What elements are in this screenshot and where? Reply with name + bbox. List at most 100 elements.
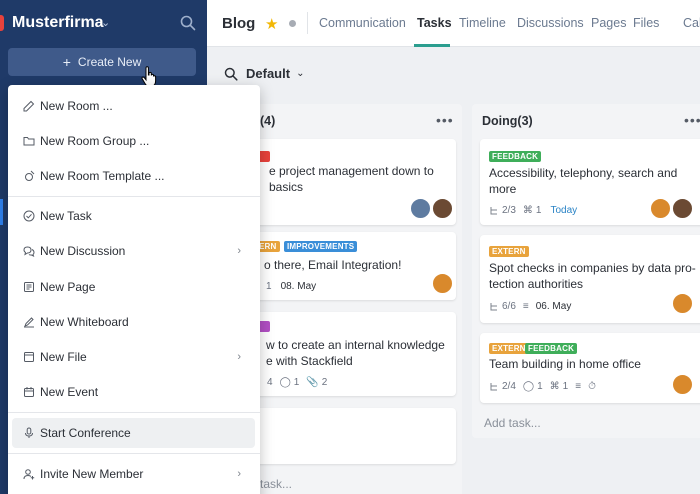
menu-divider [8,412,260,413]
avatar[interactable] [432,198,453,219]
create-new-label: Create New [77,55,142,69]
tag-feedback: FEEDBACK [489,151,542,162]
menu-item-new-discussion[interactable]: New Discussion › [12,236,255,266]
timer-icon: ⏱ [588,381,596,392]
view-label: Default [246,66,291,81]
view-selector[interactable]: Default ⌄ [224,66,304,81]
description-icon: ≡ [522,301,529,312]
comment-icon: ◯ [522,381,535,392]
tag-extern: EXTERN [489,246,529,257]
divider [307,12,308,34]
tab-files[interactable]: Files [633,16,659,30]
page-title: Blog [222,15,256,32]
menu-item-new-file[interactable]: New File › [12,342,255,372]
chevron-right-icon: › [237,351,241,363]
task-column-doing: Doing(3) ••• FEEDBACK Accessibility, tel… [472,104,700,438]
more-icon[interactable]: ••• [684,112,700,128]
task-title: Accessibility, telephony, search and mor… [489,166,678,196]
description-icon: ≡ [575,381,582,392]
tab-tasks[interactable]: Tasks [417,16,452,30]
pen-icon [22,316,35,329]
org-name[interactable]: Musterfirma [12,14,104,32]
create-new-menu: New Room ... New Room Group ... New Room… [8,85,260,494]
chevron-right-icon: › [237,468,241,480]
tab-pages[interactable]: Pages [591,16,626,30]
add-user-icon [22,468,35,481]
more-icon[interactable]: ••• [436,112,454,128]
subtasks-icon [490,302,497,310]
tab-calendar[interactable]: Calendar [683,16,700,30]
comment-icon: ◯ [279,377,291,388]
menu-item-start-conference[interactable]: Start Conference [12,418,255,448]
due-date: Today [550,205,578,216]
menu-divider [8,453,260,454]
task-title: w to create an internal knowledge e with… [266,338,445,368]
task-meta: 4 ◯ 1 📎 2 [267,377,328,388]
column-title: Doing(3) [482,114,533,128]
file-icon [22,351,35,364]
status-dot [289,20,296,27]
menu-item-new-room[interactable]: New Room ... [12,91,255,121]
task-meta: 1 08. May [266,281,317,292]
column-title: (4) [260,114,276,128]
menu-item-new-page[interactable]: New Page [12,272,255,302]
paperclip-icon: ⌘ [522,205,533,216]
menu-item-new-room-template[interactable]: New Room Template ... [12,161,255,191]
add-task-button[interactable]: task... [260,477,292,491]
menu-divider [8,196,260,197]
chevron-down-icon: ⌄ [296,68,305,79]
search-icon[interactable] [180,15,196,31]
avatar[interactable] [432,273,453,294]
tab-communication[interactable]: Communication [319,16,406,30]
due-date: 08. May [280,281,317,292]
menu-item-invite-new-member[interactable]: Invite New Member › [12,459,255,489]
tag-feedback: FEEDBACK [525,343,578,354]
task-title: e project management down to basics [269,164,434,194]
task-title: Team building in home office [489,357,641,371]
avatar[interactable] [672,198,693,219]
task-card[interactable]: FEEDBACK Accessibility, telephony, searc… [480,139,700,225]
tab-timeline[interactable]: Timeline [459,16,506,30]
folder-icon [22,135,35,148]
tab-discussions[interactable]: Discussions [517,16,584,30]
menu-item-new-room-group[interactable]: New Room Group ... [12,126,255,156]
add-task-button[interactable]: Add task... [484,416,541,430]
plus-icon: + [62,54,71,70]
page-icon [22,281,35,294]
tag-extern: EXTERN [489,343,529,354]
task-card[interactable]: EXTERN FEEDBACK Team building in home of… [480,333,700,403]
search-icon [224,67,238,81]
task-meta: 2/4 ◯ 1 ⌘ 1 ≡ ⏱ [489,381,596,392]
menu-item-new-whiteboard[interactable]: New Whiteboard [12,307,255,337]
calendar-icon [22,386,35,399]
paperclip-icon: ⌘ [549,381,560,392]
chevron-right-icon: › [237,245,241,257]
topbar: Blog ★ Communication Tasks Timeline Disc… [207,0,700,47]
check-circle-icon [22,210,35,223]
avatar[interactable] [650,198,671,219]
logo [0,15,4,31]
due-date: 06. May [535,301,572,312]
avatar[interactable] [410,198,431,219]
tag-improvements: IMPROVEMENTS [284,241,358,252]
menu-item-new-event[interactable]: New Event [12,377,255,407]
task-title: Spot checks in companies by data pro- te… [489,261,696,291]
task-card[interactable]: EXTERN Spot checks in companies by data … [480,235,700,323]
create-new-button[interactable]: + Create New [8,48,196,76]
chevron-down-icon[interactable]: ⌄ [101,16,110,29]
star-icon[interactable]: ★ [265,15,278,33]
avatar[interactable] [672,374,693,395]
microphone-icon [22,427,35,440]
subtasks-icon [490,382,497,390]
menu-item-new-task[interactable]: New Task [12,201,255,231]
discussion-icon [22,245,35,258]
task-title: o there, Email Integration! [264,258,402,272]
active-indicator [0,199,3,225]
task-meta: 2/3 ⌘ 1 Today [489,205,577,216]
subtasks-icon [490,206,497,214]
edit-icon [22,100,35,113]
active-tab-underline [414,44,450,47]
paperclip-icon: 📎 [306,377,319,388]
avatar[interactable] [672,293,693,314]
template-icon [22,170,35,183]
